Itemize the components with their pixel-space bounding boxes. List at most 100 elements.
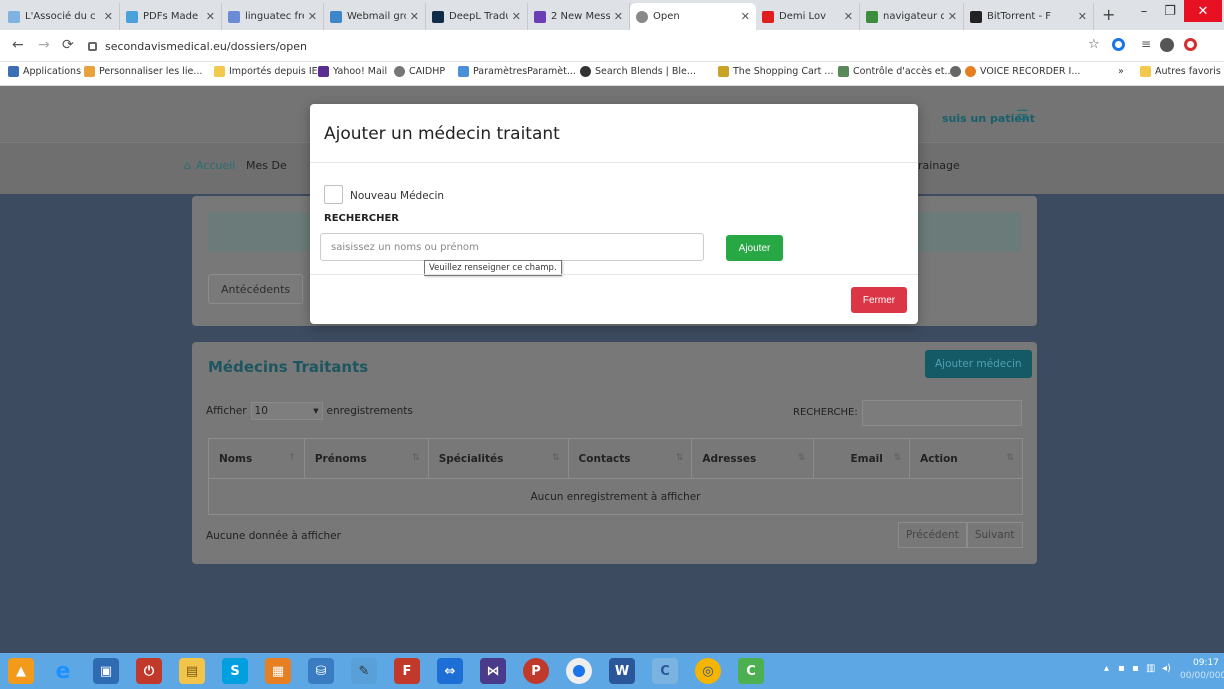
page-length-select[interactable]: 10 ▾ [250,402,323,420]
power-icon[interactable]: ⏻ [136,658,162,684]
browser-tab-active[interactable]: Open ✕ [630,3,756,30]
search-label: RECHERCHER [324,213,400,224]
browser-tab[interactable]: linguatec fren✕ [222,3,324,30]
bookmark-item[interactable]: Yahoo! Mail [318,66,387,77]
browser-tab[interactable]: Webmail grou✕ [324,3,426,30]
skype-icon[interactable]: S [222,658,248,684]
tray-arrow-icon[interactable]: ▴ [1104,663,1109,674]
table-search-input[interactable] [862,400,1022,426]
close-icon[interactable]: ✕ [308,10,317,23]
table-search-label: RECHERCHE: [793,407,858,418]
prev-page-button[interactable]: Précédent [898,522,967,548]
col-header-prenoms[interactable]: Prénoms ⇅ [303,438,429,479]
opera-extension-icon[interactable] [1112,38,1125,51]
new-doctor-checkbox[interactable] [324,185,343,204]
vlc-icon[interactable]: ▲ [8,658,34,684]
col-header-email[interactable]: Email ⇅ [813,438,911,479]
col-header-action[interactable]: Action ⇅ [909,438,1023,479]
home-icon[interactable]: ⌂ [184,159,191,172]
volume-icon[interactable]: ◂) [1162,663,1171,674]
filezilla-icon[interactable]: F [394,658,420,684]
browser-tab[interactable]: navigateur de✕ [860,3,964,30]
close-icon[interactable]: ✕ [948,10,957,23]
folder-icon[interactable]: ▤ [179,658,205,684]
close-icon[interactable]: ✕ [844,10,853,23]
browser-tab[interactable]: DeepL Traduc✕ [426,3,528,30]
doctors-card: Médecins Traitants Ajouter médecin Affic… [192,342,1037,564]
nav-home-link[interactable]: Accueil [196,159,235,172]
app-a-icon[interactable]: ◎ [695,658,721,684]
app-green-c-icon[interactable]: C [738,658,764,684]
bookmark-item[interactable]: Importés depuis IE [214,66,318,77]
close-icon[interactable]: ✕ [741,10,750,23]
pen-tool-icon[interactable]: ✎ [351,658,377,684]
app-icon[interactable]: ▦ [265,658,291,684]
browser-tab[interactable]: L'Associé du c ✕ [2,3,120,30]
close-icon[interactable]: ✕ [104,10,113,23]
tray-app-icon[interactable]: ▪ [1132,663,1139,674]
next-page-button[interactable]: Suivant [966,522,1023,548]
sort-asc-icon: ↑ [288,453,296,463]
browser-tab[interactable]: Demi Lov ✕ [756,3,860,30]
minimize-icon[interactable]: – [1130,0,1158,22]
close-icon[interactable]: ✕ [614,10,623,23]
network-icon[interactable]: ⛁ [308,658,334,684]
tray-app-icon[interactable]: ▪ [1118,663,1125,674]
bookmark-item[interactable]: ParamètresParamèt... [458,66,576,77]
bookmark-item[interactable]: Contrôle d'accès et... [838,66,954,77]
extension-icon[interactable] [1184,38,1197,51]
folder-icon [214,66,225,77]
word-icon[interactable]: W [609,658,635,684]
visual-studio-icon[interactable]: ⋈ [480,658,506,684]
col-header-specialites[interactable]: Spécialités ⇅ [427,438,569,479]
tab-favicon-icon [866,10,878,23]
new-tab-button[interactable]: + [1102,5,1115,24]
reload-icon[interactable]: ⟳ [62,37,74,53]
col-header-contacts[interactable]: Contacts ⇅ [567,438,693,479]
close-icon[interactable]: ✕ [410,10,419,23]
address-bar[interactable]: secondavismedical.eu/dossiers/open [88,34,1078,58]
nav-parrainage-link[interactable]: rainage [918,159,960,172]
bookmark-item[interactable]: The Shopping Cart ... [718,66,834,77]
modal-close-button[interactable]: Fermer [851,287,907,313]
bookmark-item[interactable]: VOICE RECORDER I... [950,66,1080,77]
antecedents-button[interactable]: Antécédents [208,274,304,304]
explorer-window-icon[interactable]: ▣ [93,658,119,684]
col-header-adresses[interactable]: Adresses ⇅ [691,438,815,479]
nav-dossiers-link[interactable]: Mes De [246,159,287,172]
window-close-icon[interactable]: ✕ [1184,0,1222,22]
network-status-icon[interactable]: ▥ [1146,663,1155,674]
menu-list-icon[interactable]: ≡ [1141,37,1151,51]
system-clock[interactable]: 09:17 00/00/0000 [1180,657,1224,683]
teamviewer-icon[interactable]: ⇔ [437,658,463,684]
tab-favicon-icon [762,10,774,23]
profile-icon[interactable] [1160,38,1174,52]
tab-favicon-icon [228,10,240,23]
hamburger-menu-icon[interactable]: ☰ [1016,108,1029,124]
bookmark-item[interactable]: Personnaliser les lie... [84,66,202,77]
internet-explorer-icon[interactable]: e [50,658,76,684]
col-header-noms[interactable]: Noms ↑ [208,438,305,479]
star-icon[interactable]: ☆ [1088,37,1100,52]
modal-add-button[interactable]: Ajouter [726,235,783,261]
chrome-icon[interactable] [566,658,592,684]
app-p-icon[interactable]: P [523,658,549,684]
bookmark-item[interactable]: Applications [8,66,81,77]
browser-tab[interactable]: PDFs Made Si✕ [120,3,222,30]
browser-tab[interactable]: BitTorrent - F ✕ [964,3,1094,30]
app-c-icon[interactable]: C [652,658,678,684]
more-bookmarks-button[interactable]: » [1118,66,1124,77]
forward-icon[interactable]: → [38,37,50,53]
doctor-search-input[interactable] [320,233,704,261]
browser-tab[interactable]: 2 New Messa✕ [528,3,630,30]
bookmark-item[interactable]: Search Blends | Ble... [580,66,696,77]
bookmark-item[interactable]: CAIDHP [394,66,445,77]
close-icon[interactable]: ✕ [206,10,215,23]
back-icon[interactable]: ← [12,37,24,53]
close-icon[interactable]: ✕ [512,10,521,23]
other-bookmarks-button[interactable]: Autres favoris [1140,66,1221,77]
restore-icon[interactable]: ❐ [1156,0,1184,22]
bookmark-favicon-icon [965,66,976,77]
add-doctor-button[interactable]: Ajouter médecin [925,350,1032,378]
close-icon[interactable]: ✕ [1078,10,1087,23]
